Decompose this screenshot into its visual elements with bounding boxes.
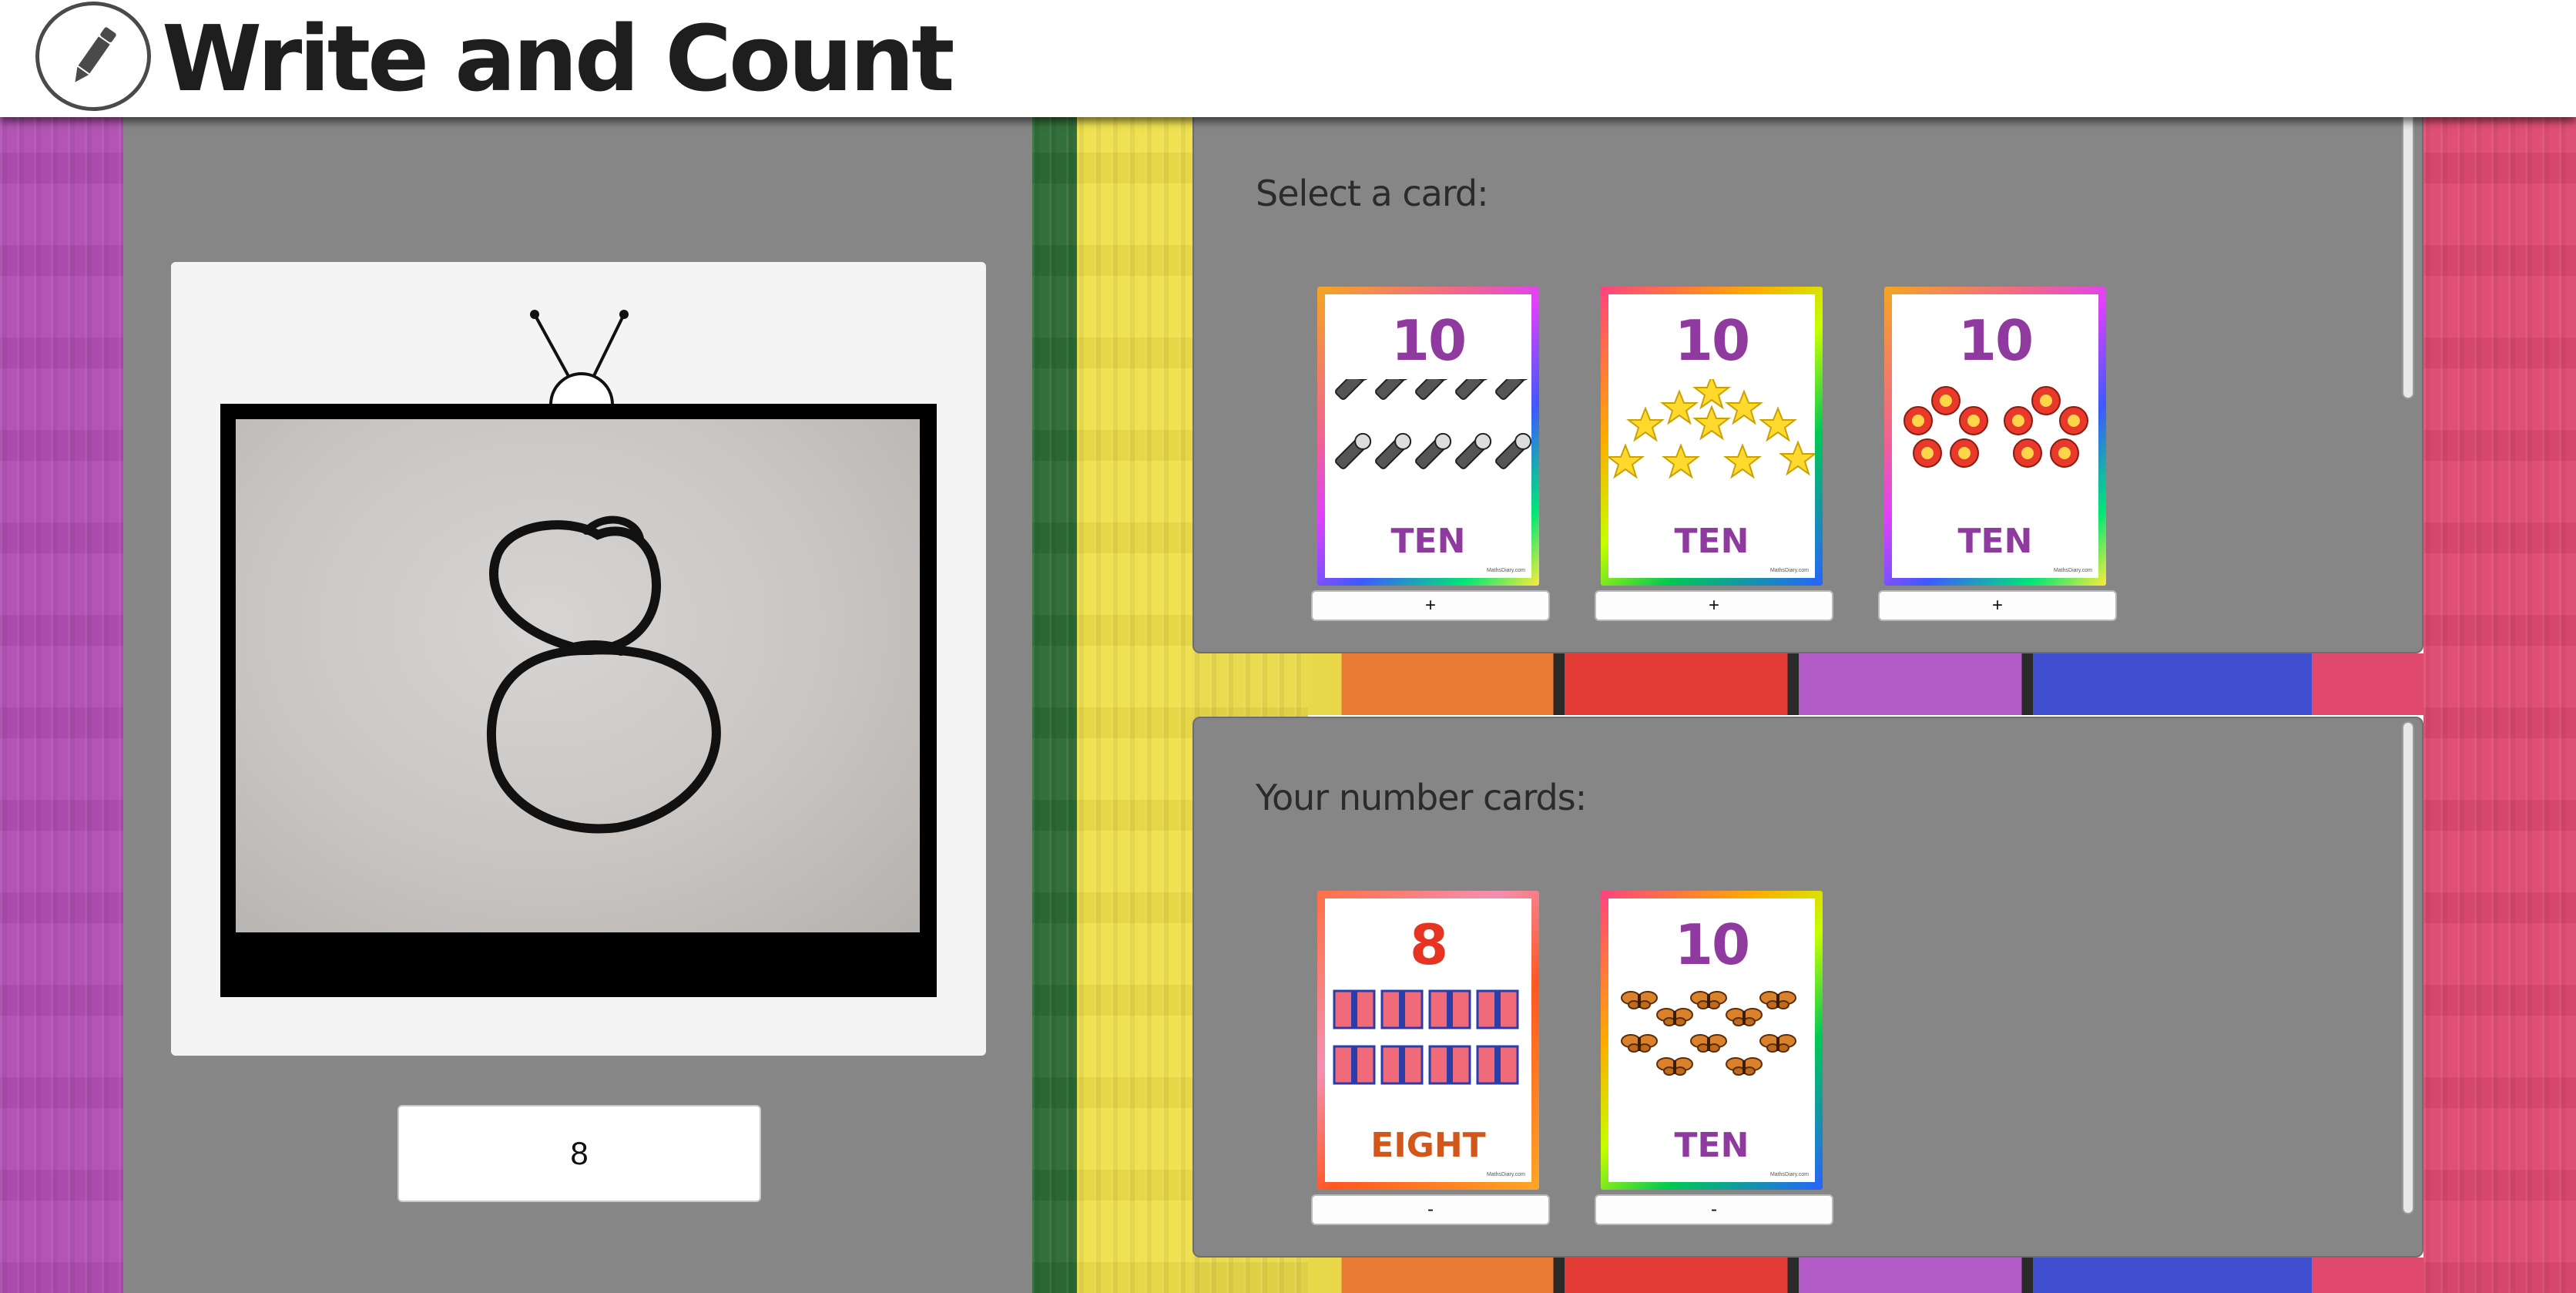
select-card-panel: Select a card: 10 TEN MathsDiary.com + 1… — [1192, 100, 2423, 653]
app-title: Write and Count — [162, 5, 955, 112]
plank-pink-right — [2423, 117, 2576, 1293]
app-header: Write and Count — [0, 0, 2576, 117]
card-credit: MathsDiary.com — [1769, 568, 1809, 573]
card-word: EIGHT — [1370, 1126, 1486, 1165]
number-card[interactable]: 10 TEN MathsDiary.com — [1601, 891, 1823, 1190]
tv-antenna-icon — [530, 310, 629, 405]
card-word: TEN — [1390, 522, 1466, 561]
card-credit: MathsDiary.com — [1769, 1172, 1809, 1177]
select-panel-scrollbar[interactable] — [2402, 102, 2414, 399]
number-card[interactable]: 8 EIGHT MathsDiary.com — [1317, 891, 1539, 1190]
your-cards-heading: Your number cards: — [1256, 777, 1587, 818]
flashlight-icon — [1335, 379, 1531, 469]
card-number: 8 — [1409, 912, 1448, 977]
card-number: 10 — [1674, 308, 1750, 373]
remove-card-button[interactable]: - — [1311, 1194, 1550, 1225]
add-card-button[interactable]: + — [1595, 590, 1833, 621]
camera-feed — [236, 419, 920, 932]
gift-box-icon — [1333, 989, 1519, 1085]
plank-purple-left — [0, 117, 123, 1293]
add-card-button[interactable]: + — [1311, 590, 1550, 621]
star-icon — [1608, 379, 1815, 478]
card-word: TEN — [1674, 522, 1749, 561]
number-card[interactable]: 10 TEN MathsDiary.com — [1884, 287, 2106, 586]
card-credit: MathsDiary.com — [2053, 568, 2092, 573]
handwritten-digit-drawing — [486, 516, 721, 834]
card-word: TEN — [1957, 522, 2033, 561]
your-cards-panel: Your number cards: 8 EIGHT MathsDiary.co… — [1192, 717, 2423, 1258]
card-credit: MathsDiary.com — [1486, 568, 1525, 573]
flower-icon — [1903, 386, 2088, 468]
card-number: 10 — [1957, 308, 2034, 373]
select-card-heading: Select a card: — [1256, 173, 1489, 214]
plank-yellow — [1077, 117, 1192, 1293]
remove-card-button[interactable]: - — [1595, 1194, 1833, 1225]
pencil-icon — [35, 2, 151, 111]
number-card[interactable]: 10 TEN MathsDiary.com — [1317, 287, 1539, 586]
plank-green — [1032, 117, 1077, 1293]
card-number: 10 — [1674, 912, 1750, 977]
card-word: TEN — [1674, 1126, 1749, 1165]
hplank-row-1 — [1308, 653, 2423, 715]
count-input[interactable] — [397, 1105, 761, 1202]
card-credit: MathsDiary.com — [1486, 1172, 1525, 1177]
add-card-button[interactable]: + — [1878, 590, 2117, 621]
butterfly-icon — [1621, 991, 1796, 1076]
your-cards-scrollbar[interactable] — [2402, 721, 2414, 1214]
number-card[interactable]: 10 TEN MathsDiary.com — [1601, 287, 1823, 586]
hplank-row-2 — [1308, 1258, 2423, 1293]
card-number: 10 — [1390, 308, 1467, 373]
